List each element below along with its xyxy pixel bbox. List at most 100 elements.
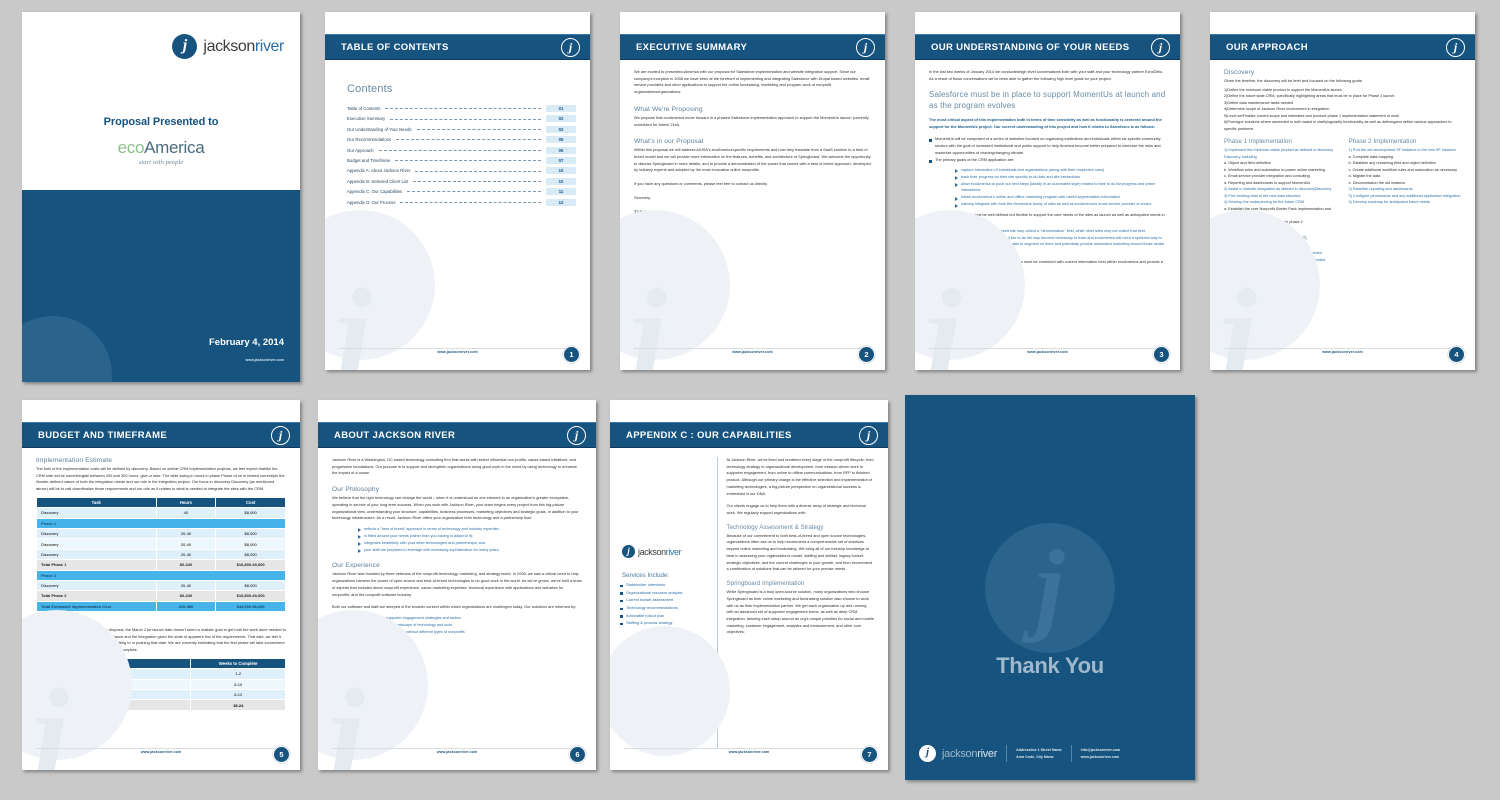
toc-label: Budget and Timeframe xyxy=(347,157,391,163)
footer-url: www.jacksonriver.com xyxy=(437,350,478,354)
toc-leader xyxy=(396,137,541,141)
thankyou-footer: j jacksonriver Addressline 1 Street Name… xyxy=(919,745,1181,762)
page-header-bar: ABOUT JACKSON RIVER j xyxy=(318,422,596,448)
page-cover[interactable]: j jacksonriver Proposal Presented to eco… xyxy=(22,12,300,382)
table-row-total: Total Number of Weeks 15-24 xyxy=(35,699,286,711)
column-header-task: Task xyxy=(36,496,157,509)
page-header-title: OUR UNDERSTANDING OF YOUR NEEDS xyxy=(931,41,1130,53)
exec-proposing-heading: What We're Proposing xyxy=(634,105,703,113)
discovery-heading: Discovery xyxy=(1224,69,1255,76)
toc-row[interactable]: Executive Summary 02 xyxy=(347,115,576,123)
thankyou-message: Thank You xyxy=(996,653,1104,678)
page-body: Discovery Given the timeline, the discov… xyxy=(1210,60,1475,348)
footer-url: www.jacksonriver.com xyxy=(1322,350,1363,354)
cover-date: February 4, 2014 xyxy=(209,337,284,348)
cell-task: Discovery xyxy=(36,527,157,540)
list-item: Custom dashboard development xyxy=(620,685,709,692)
page-footer: www.jacksonriver.com 3 xyxy=(915,346,1180,364)
toc-row[interactable]: Budget and Timeframe 07 xyxy=(347,156,576,164)
cell-weeks: 6-10 xyxy=(190,678,286,691)
client-word-america: America xyxy=(144,138,205,157)
toc-label: Our Recommendations xyxy=(347,137,392,143)
toc-row[interactable]: Table of Contents 01 xyxy=(347,105,576,112)
brand-wordmark: jacksonriver xyxy=(638,546,682,557)
experience-heading: Our Experience xyxy=(332,562,380,570)
cell-task: Phase 2 xyxy=(35,688,192,701)
toc-leader xyxy=(378,148,541,151)
exec-whats-heading: What's in our Proposal xyxy=(634,138,704,146)
table-row-total: Total Phase 2 80-240 $16,800-40,000 xyxy=(36,590,286,602)
cell-task: Phase 1 xyxy=(35,678,192,691)
cell-weeks: 8-12 xyxy=(190,688,286,701)
toc-label: Our Approach xyxy=(347,147,374,153)
list-item: capture information of individuals and o… xyxy=(955,167,1166,174)
page-appendix-c-capabilities[interactable]: APPENDIX C : OUR CAPABILITIES j j jackso… xyxy=(610,400,888,770)
toc-leader xyxy=(415,169,541,172)
page-our-understanding[interactable]: OUR UNDERSTANDING OF YOUR NEEDS j In the… xyxy=(915,12,1180,370)
toc-label: Executive Summary xyxy=(347,116,386,122)
list-item: The primary goals of the CRM application… xyxy=(929,157,1166,164)
footer-rule xyxy=(1224,348,1461,349)
contents-heading: Contents xyxy=(347,83,393,95)
needs-sub-list-1: capture information of individuals and o… xyxy=(929,167,1166,209)
page-budget-timeframe[interactable]: BUDGET AND TIMEFRAME j Implementation Es… xyxy=(22,400,300,770)
cell-task: Discovery xyxy=(36,579,157,592)
cell-cost: $16,800-40,000 xyxy=(215,590,286,602)
cover-watermark-j-icon: j xyxy=(28,304,59,383)
toc-row[interactable]: Appendix B: Selected Client List 10 xyxy=(347,177,576,185)
cell-task: Total Phase 2 xyxy=(36,590,157,602)
cell-task: Discovery xyxy=(36,507,157,519)
table-row-phase: Phase 1 xyxy=(36,517,286,530)
brand-wordmark: jacksonriver xyxy=(203,38,284,56)
discovery-goal-list: 1)Define the minimum viable product to s… xyxy=(1224,87,1461,133)
toc-row[interactable]: Our Recommendations 05 xyxy=(347,136,576,144)
page-about-jackson-river[interactable]: ABOUT JACKSON RIVER j Jackson River is a… xyxy=(318,400,596,770)
footer-rule xyxy=(929,348,1166,349)
page-thank-you[interactable]: j Thank You j jacksonriver Addressline 1… xyxy=(905,395,1195,780)
table-row-grand-total: Total Estimated Implementation Cost 220-… xyxy=(36,600,286,613)
cell-phase-label: Phase 2 xyxy=(36,569,286,581)
brand-mark-icon: j xyxy=(561,37,580,57)
about-intro: Jackson River is a Washington, DC-based … xyxy=(332,457,578,476)
cell-cost: $8,000 xyxy=(215,527,286,540)
toc-row[interactable]: Appendix C: Our Capabilities 11 xyxy=(347,188,576,196)
needs-bullet-list-1: MomentUs will be comprised of a series o… xyxy=(929,136,1166,164)
cover-client-tagline: start with people xyxy=(138,159,184,166)
brand-word-river: river xyxy=(665,546,682,557)
services-heading-2: Services Include: xyxy=(622,644,670,652)
table-header-row: Task Hours Cost xyxy=(36,496,286,509)
page-header-title: OUR APPROACH xyxy=(1226,41,1308,53)
toc-label: Our Understanding of Your Needs xyxy=(347,126,412,132)
toc-list: Table of Contents 01 Executive Summary 0… xyxy=(339,105,576,206)
page-executive-summary[interactable]: EXECUTIVE SUMMARY j We are excited to pr… xyxy=(620,12,885,370)
toc-page-number: 02 xyxy=(546,115,576,123)
toc-page-number: 12 xyxy=(546,198,576,206)
toc-row[interactable]: Appendix D: Our Process 12 xyxy=(347,198,576,206)
toc-row[interactable]: Our Understanding of Your Needs 02 xyxy=(347,125,576,133)
estimate-text: The bulk of the implementation costs wil… xyxy=(36,466,285,492)
needs-heading: Salesforce must be in place to support M… xyxy=(929,90,1166,111)
training-heading: Training, Support and Launch xyxy=(1224,234,1307,242)
toc-row[interactable]: Appendix A: About Jackson River 10 xyxy=(347,167,576,175)
signature-name: TJ Griffin xyxy=(634,208,652,214)
page-body: We are excited to presentecoAmerica with… xyxy=(620,60,885,348)
toc-row[interactable]: Our Approach 05 xyxy=(347,146,576,154)
proposal-page-grid: j jacksonriver Proposal Presented to eco… xyxy=(0,0,1500,800)
contact-email[interactable]: info@jacksonriver.com xyxy=(1081,747,1120,753)
brand-word-river: river xyxy=(254,37,285,55)
page-our-approach[interactable]: OUR APPROACH j Discovery Given the timel… xyxy=(1210,12,1475,370)
page-table-of-contents[interactable]: TABLE OF CONTENTS j Contents Table of Co… xyxy=(325,12,590,370)
signature-email-link[interactable]: tj.griffin@jacksonriver.com xyxy=(634,222,871,229)
page-header-bar: OUR UNDERSTANDING OF YOUR NEEDS j xyxy=(915,34,1180,60)
cell-cost: $8,000 xyxy=(215,548,286,561)
toc-label: Appendix A: About Jackson River xyxy=(347,168,411,174)
thankyou-address: Addressline 1 Street Name Area Code, Cit… xyxy=(1016,747,1062,760)
client-word-eco: eco xyxy=(117,138,145,157)
address-line-2: Area Code, City Name xyxy=(1016,754,1054,759)
table-row-phase: Phase 2 xyxy=(36,569,286,581)
needs-lead: The most critical aspect of this impleme… xyxy=(929,117,1162,129)
contact-url[interactable]: www.jacksonriver.com xyxy=(1081,754,1120,760)
cover-client-name: ecoAmerica xyxy=(22,138,300,158)
list-item: Technical solution design xyxy=(620,655,709,662)
list-item: For instance, the faith based site may c… xyxy=(955,228,1166,235)
